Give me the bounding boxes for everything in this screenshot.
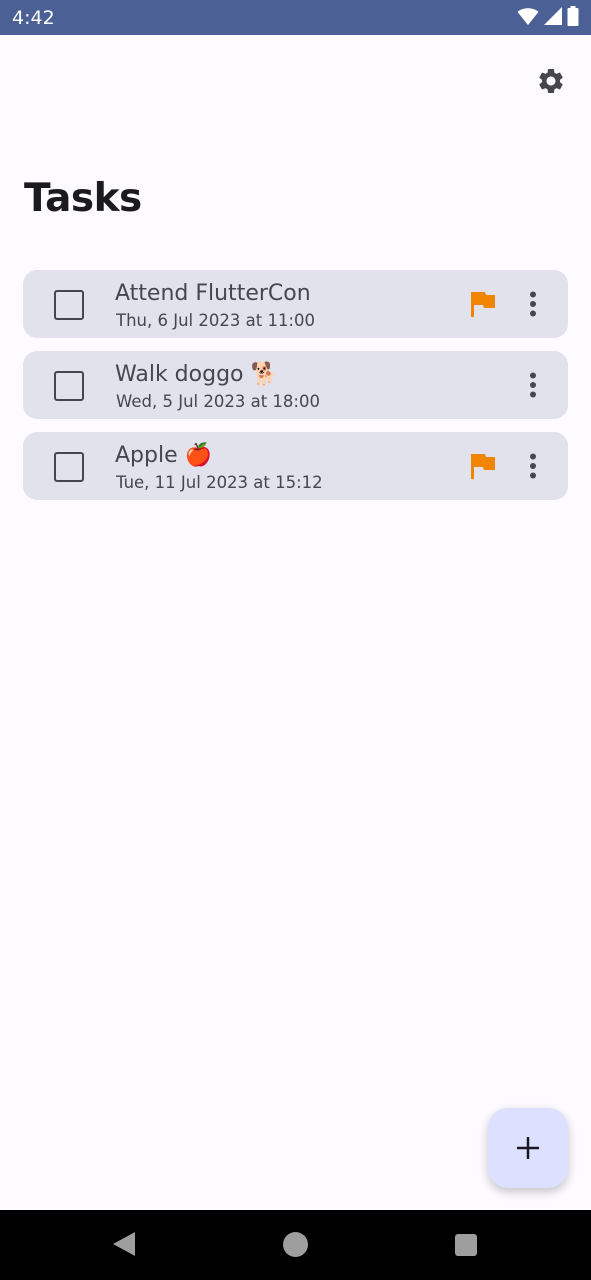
task-title: Walk doggo 🐕 — [115, 362, 278, 387]
wifi-icon — [517, 8, 539, 26]
battery-icon — [567, 6, 579, 26]
task-item[interactable]: Attend FlutterCon Thu, 6 Jul 2023 at 11:… — [23, 270, 568, 338]
page-title: Tasks — [24, 176, 142, 221]
task-date: Thu, 6 Jul 2023 at 11:00 — [116, 311, 315, 330]
back-icon[interactable] — [112, 1231, 136, 1257]
more-vert-icon — [530, 291, 536, 317]
home-icon[interactable] — [283, 1232, 308, 1257]
status-icons — [517, 6, 579, 26]
more-options-button[interactable] — [521, 290, 545, 318]
app-screen: Tasks Attend FlutterCon Thu, 6 Jul 2023 … — [0, 35, 591, 1210]
status-bar: 4:42 — [0, 0, 591, 35]
plus-icon — [517, 1137, 539, 1159]
task-title: Apple 🍎 — [115, 443, 213, 468]
more-vert-icon — [530, 453, 536, 479]
system-nav-bar — [0, 1210, 591, 1280]
task-checkbox[interactable] — [54, 452, 84, 482]
task-date: Tue, 11 Jul 2023 at 15:12 — [116, 473, 323, 492]
task-item[interactable]: Walk doggo 🐕 Wed, 5 Jul 2023 at 18:00 — [23, 351, 568, 419]
task-checkbox[interactable] — [54, 290, 84, 320]
task-item[interactable]: Apple 🍎 Tue, 11 Jul 2023 at 15:12 — [23, 432, 568, 500]
settings-button[interactable] — [533, 63, 569, 99]
recents-icon[interactable] — [455, 1234, 477, 1256]
more-options-button[interactable] — [521, 371, 545, 399]
add-task-button[interactable] — [488, 1108, 568, 1188]
task-title: Attend FlutterCon — [115, 281, 311, 306]
cellular-signal-icon — [544, 7, 562, 25]
more-vert-icon — [530, 372, 536, 398]
flag-icon — [471, 292, 495, 317]
task-checkbox[interactable] — [54, 371, 84, 401]
task-list: Attend FlutterCon Thu, 6 Jul 2023 at 11:… — [23, 270, 568, 513]
task-date: Wed, 5 Jul 2023 at 18:00 — [116, 392, 320, 411]
gear-icon — [539, 69, 563, 93]
status-time: 4:42 — [12, 7, 55, 29]
more-options-button[interactable] — [521, 452, 545, 480]
flag-icon — [471, 454, 495, 479]
